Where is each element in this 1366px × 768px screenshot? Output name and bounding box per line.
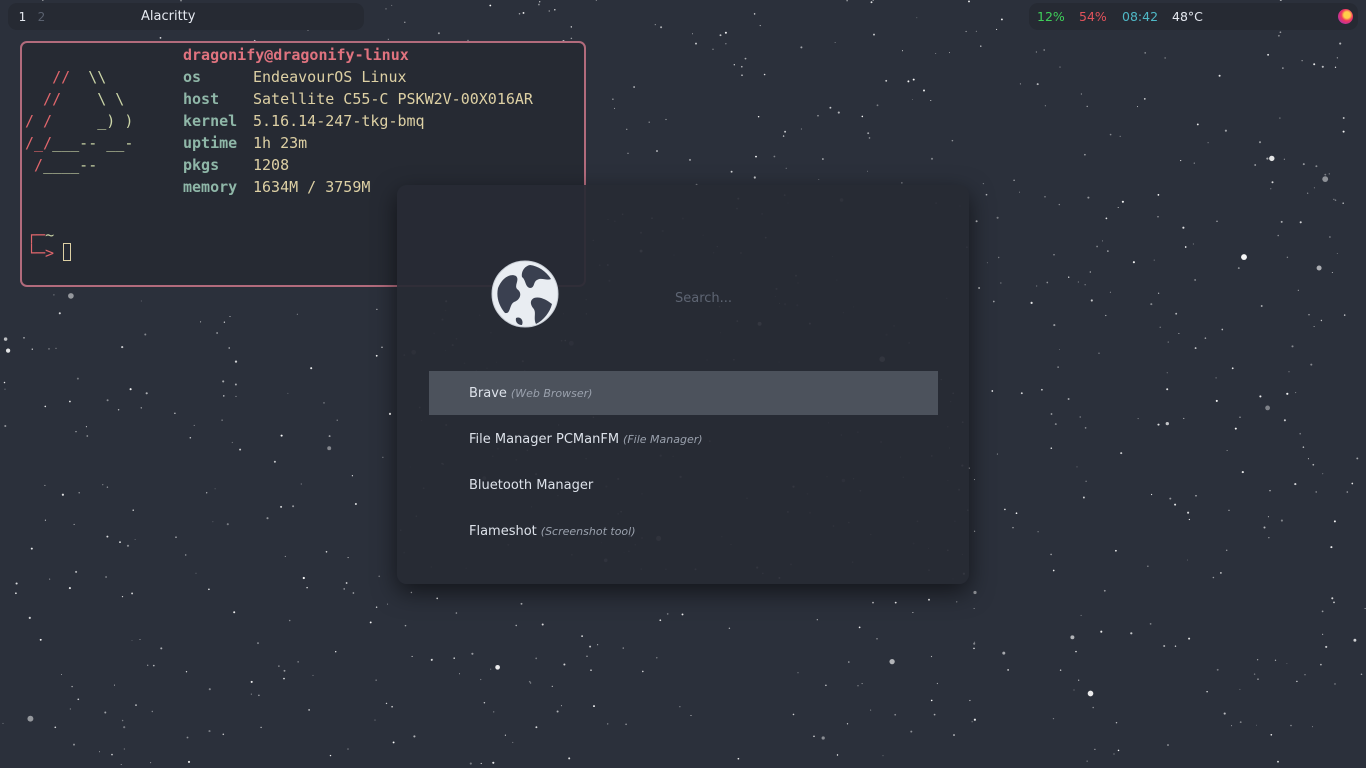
distro-logo-line: /_/___-- __- [25,134,134,152]
launcher-entry-flameshot[interactable]: Flameshot (Screenshot tool) [429,509,938,553]
cpu-usage: 12% [1037,9,1065,24]
workspace-2-button[interactable]: 2 [32,10,51,24]
launcher-results-list: Brave (Web Browser) File Manager PCManFM… [429,371,938,555]
top-bar-left: 1 2 Alacritty [8,3,364,30]
fetch-value-uptime: 1h 23m [253,134,308,152]
launcher-entry-brave[interactable]: Brave (Web Browser) [429,371,938,415]
fetch-value-kernel: 5.16.14-247-tkg-bmq [253,112,425,130]
distro-logo-line: // \\ [25,68,107,86]
search-input[interactable] [675,283,935,313]
launcher-entry-bluetooth-manager[interactable]: Bluetooth Manager [429,463,938,507]
app-launcher: Brave (Web Browser) File Manager PCManFM… [397,185,969,584]
fetch-user-host: dragonify@dragonify-linux [183,46,409,64]
fetch-label-os: os [183,68,202,86]
fetch-value-os: EndeavourOS Linux [253,68,407,86]
earth-globe-icon [491,260,559,328]
entry-name: Flameshot [469,523,537,539]
entry-description: (Screenshot tool) [540,524,636,538]
top-bar-right: 12% 54% 08:42 48°C [1029,3,1358,30]
distro-logo-line: // \ \ [25,90,125,108]
prompt-line-2: └─> [27,244,55,262]
distro-logo-line: / / _) ) [25,112,134,130]
clock: 08:42 [1122,9,1159,24]
fetch-label-kernel: kernel [183,112,238,130]
fetch-value-pkgs: 1208 [253,156,290,174]
terminal-cursor [63,243,71,261]
fetch-value-host: Satellite C55-C PSKW2V-00X016AR [253,90,533,108]
fetch-label-uptime: uptime [183,134,238,152]
entry-name: File Manager PCManFM [469,431,620,447]
entry-name: Bluetooth Manager [469,477,594,493]
entry-name: Brave [469,385,507,401]
fetch-label-pkgs: pkgs [183,156,220,174]
entry-description: (Web Browser) [510,386,593,400]
memory-usage: 54% [1079,9,1107,24]
workspace-1-button[interactable]: 1 [13,10,32,24]
prompt-cwd: ~ [45,226,55,244]
prompt-line-1: ┌─~ [27,226,55,244]
distro-logo-line: /____-- [25,156,98,174]
fetch-value-memory: 1634M / 3759M [253,178,371,196]
fetch-label-memory: memory [183,178,238,196]
launcher-entry-file-manager[interactable]: File Manager PCManFM (File Manager) [429,417,938,461]
cpu-temperature: 48°C [1172,9,1203,24]
fetch-label-host: host [183,90,220,108]
active-window-title: Alacritty [141,9,196,24]
firefox-icon[interactable] [1338,9,1353,24]
entry-description: (File Manager) [623,432,703,446]
